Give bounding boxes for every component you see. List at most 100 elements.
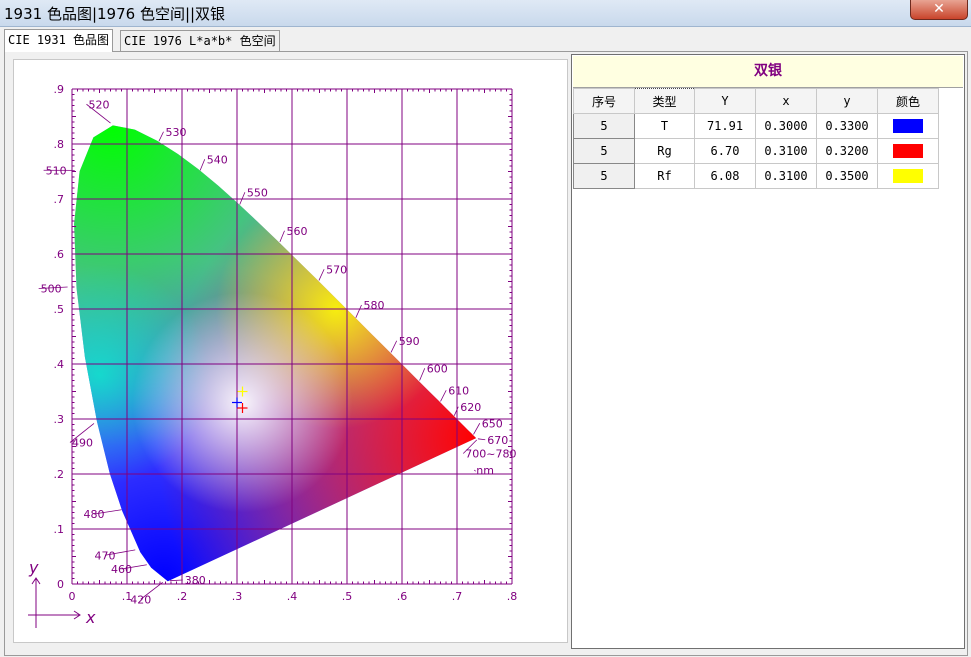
wavelength-label: 520: [89, 98, 110, 111]
x-tick-label: .5: [342, 590, 353, 603]
cell-Y: 6.08: [694, 163, 756, 189]
wavelength-label: nm: [476, 464, 494, 477]
cell-y: 0.3500: [816, 163, 878, 189]
wavelength-label: 460: [111, 563, 132, 576]
close-button[interactable]: ✕: [910, 0, 968, 20]
y-tick-label: .3: [54, 413, 65, 426]
cell-index: 5: [573, 138, 635, 164]
wavelength-label: 380: [185, 574, 206, 587]
wavelength-label: 610: [448, 384, 469, 397]
col-header-type[interactable]: 类型: [634, 88, 695, 114]
wavelength-leader: [440, 390, 447, 402]
y-tick-label: .4: [54, 358, 65, 371]
color-swatch: [893, 119, 923, 134]
y-tick-label: 0: [57, 578, 64, 591]
cell-Y: 6.70: [694, 138, 756, 164]
x-axis-label: x: [85, 608, 96, 627]
col-header-index[interactable]: 序号: [573, 88, 635, 114]
wavelength-leader: [473, 423, 481, 435]
wavelength-label: 580: [364, 299, 385, 312]
wavelength-leader: [318, 269, 325, 281]
cell-index: 5: [573, 163, 635, 189]
wavelength-label: 490: [72, 437, 93, 450]
results-pane: 双银 序号 类型 Y x y 颜色 5 T 71.91 0.3000 0.330…: [571, 54, 965, 649]
wavelength-leader: [199, 159, 206, 171]
cell-type: T: [634, 113, 695, 139]
cell-Y: 71.91: [694, 113, 756, 139]
wavelength-label: 550: [247, 186, 268, 199]
cell-color: [877, 163, 939, 189]
y-tick-label: .8: [54, 138, 65, 151]
col-header-x[interactable]: x: [755, 88, 817, 114]
wavelength-label: 670: [487, 434, 508, 447]
cell-index: 5: [573, 113, 635, 139]
wavelength-label: 600: [427, 362, 448, 375]
cell-type: Rf: [634, 163, 695, 189]
wavelength-label: 560: [287, 225, 308, 238]
table-header-row: 序号 类型 Y x y 颜色: [573, 88, 939, 114]
y-tick-label: .6: [54, 248, 65, 261]
table-row[interactable]: 5 T 71.91 0.3000 0.3300: [573, 113, 939, 139]
tab-label: CIE 1931 色品图: [8, 33, 110, 47]
wavelength-label: 480: [84, 508, 105, 521]
cie1931-chromaticity-chart: 0.1.2.3.4.5.6.7.80.1.2.3.4.5.6.7.8.93804…: [28, 83, 518, 628]
chromaticity-plot-frame: 0.1.2.3.4.5.6.7.8 0.1.2.3.4.5.6.7.8.9 380 4…: [13, 59, 568, 643]
wavelength-leader: [158, 131, 164, 142]
table-row[interactable]: 5 Rg 6.70 0.3100 0.3200: [573, 138, 939, 164]
wavelength-label: 420: [130, 593, 151, 606]
wavelength-leader: [477, 438, 486, 441]
tab-cie1931[interactable]: CIE 1931 色品图: [4, 29, 114, 52]
col-header-y[interactable]: y: [816, 88, 878, 114]
cell-x: 0.3100: [755, 163, 817, 189]
cell-x: 0.3100: [755, 138, 817, 164]
col-header-Y[interactable]: Y: [694, 88, 756, 114]
wavelength-label: 510: [46, 164, 67, 177]
wavelength-label: 620: [460, 401, 481, 414]
x-tick-label: .8: [507, 590, 518, 603]
x-tick-label: 0: [69, 590, 76, 603]
cell-color: [877, 138, 939, 164]
wavelength-label: 540: [207, 153, 228, 166]
cell-y: 0.3200: [816, 138, 878, 164]
close-icon: ✕: [933, 1, 945, 17]
wavelength-label: 590: [399, 335, 420, 348]
wavelength-label: 650: [482, 417, 503, 430]
wavelength-leader: [239, 192, 246, 205]
col-header-color[interactable]: 颜色: [877, 88, 939, 114]
tab-panel: 0.1.2.3.4.5.6.7.8 0.1.2.3.4.5.6.7.8.9 380 4…: [4, 51, 968, 656]
y-tick-label: .5: [54, 303, 65, 316]
wavelength-label: 530: [166, 126, 187, 139]
x-tick-label: .3: [232, 590, 243, 603]
wavelength-leader: [390, 340, 398, 353]
tab-label: CIE 1976 L*a*b* 色空间: [124, 34, 276, 48]
wavelength-leader: [169, 579, 183, 582]
cell-x: 0.3000: [755, 113, 817, 139]
wavelength-leader: [419, 368, 426, 381]
cell-y: 0.3300: [816, 113, 878, 139]
cell-color: [877, 113, 939, 139]
wavelength-leader: [453, 406, 459, 416]
table-row[interactable]: 5 Rf 6.08 0.3100 0.3500: [573, 163, 939, 189]
cell-type: Rg: [634, 138, 695, 164]
y-tick-label: .2: [54, 468, 65, 481]
tab-cie1976[interactable]: CIE 1976 L*a*b* 色空间: [120, 30, 280, 51]
x-tick-label: .7: [452, 590, 463, 603]
sample-title: 双银: [573, 56, 963, 88]
y-tick-label: .9: [54, 83, 65, 96]
color-swatch: [893, 169, 923, 184]
wavelength-leader: [355, 304, 362, 318]
color-swatch: [893, 144, 923, 159]
wavelength-leader: [279, 230, 285, 243]
wavelength-label: 570: [326, 263, 347, 276]
results-table: 序号 类型 Y x y 颜色 5 T 71.91 0.3000 0.3300 5…: [573, 88, 939, 189]
gamut-color-layer: [74, 125, 477, 582]
wavelength-label: 500: [41, 283, 62, 296]
title-bar: 1931 色品图|1976 色空间||双银 ✕: [0, 0, 971, 27]
wavelength-label: 470: [95, 549, 116, 562]
wavelength-label: 700~780: [465, 448, 516, 461]
x-tick-label: .4: [287, 590, 298, 603]
x-tick-label: .2: [177, 590, 188, 603]
x-tick-label: .6: [397, 590, 408, 603]
y-tick-label: .1: [54, 523, 65, 536]
y-tick-label: .7: [54, 193, 65, 206]
